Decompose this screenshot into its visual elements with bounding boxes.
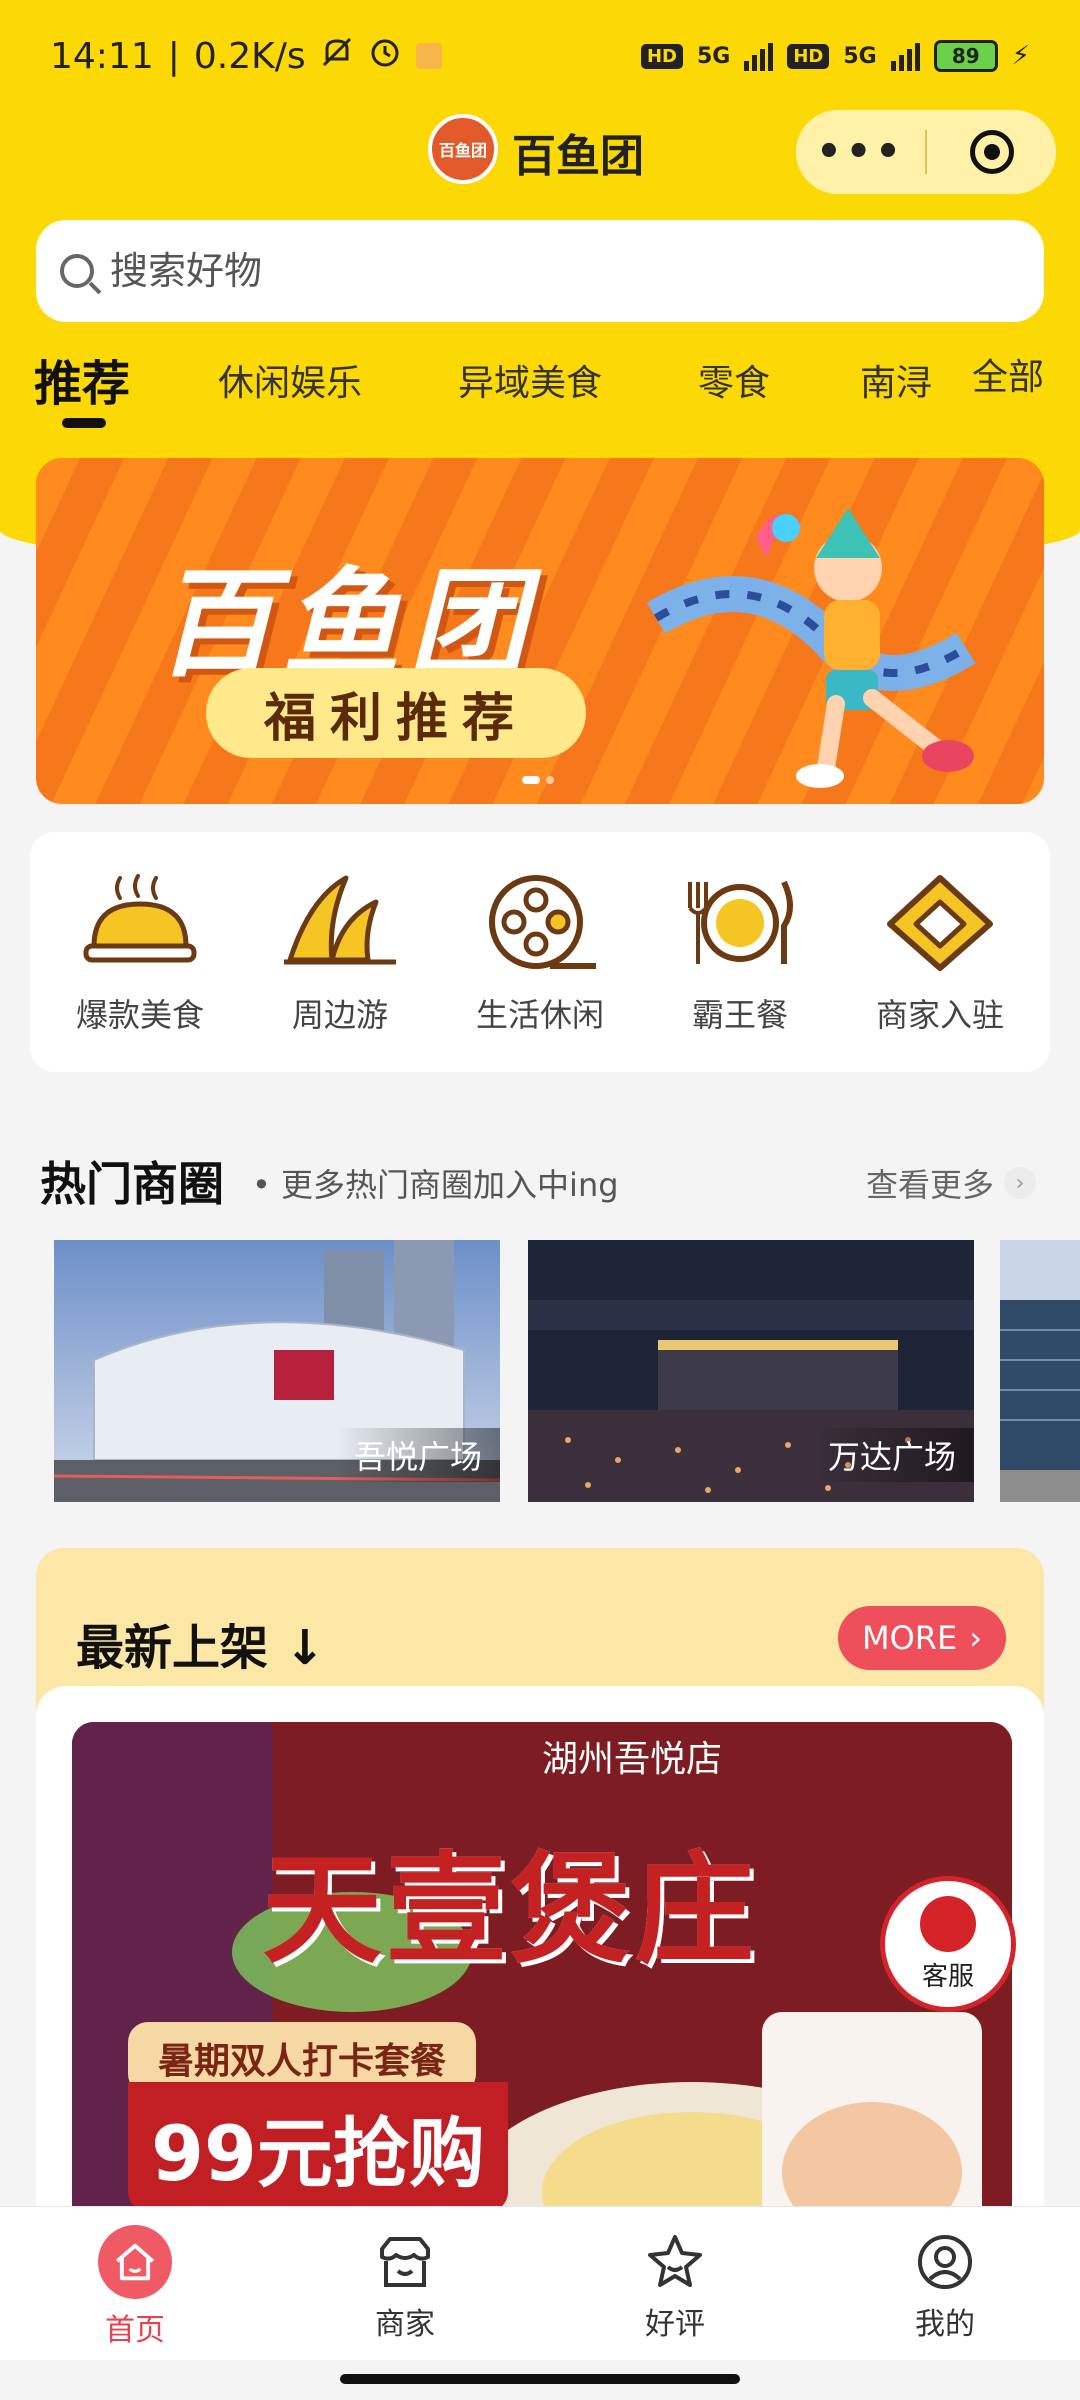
page-title: 百鱼团 <box>512 131 644 182</box>
battery-icon: 89 <box>933 40 998 72</box>
tab-leisure[interactable]: 休闲娱乐 <box>218 354 362 406</box>
promo-card[interactable]: 湖州吾悦店 天壹煲庄 暑期双人打卡套餐 99元抢购 <box>72 1722 1012 2248</box>
view-more-label: 查看更多 <box>866 1166 995 1204</box>
section-title-hot: 热门商圈 <box>40 1157 224 1211</box>
running-figure-illustration <box>646 508 976 788</box>
category-label: 生活休闲 <box>475 996 604 1034</box>
hd-badge: HD <box>640 43 683 69</box>
category-label: 爆款美食 <box>75 996 204 1034</box>
mall-card-partial[interactable] <box>1000 1240 1080 1502</box>
promo-brand-name: 天壹煲庄 <box>262 1839 758 1980</box>
service-avatar-icon <box>920 1895 976 1952</box>
mall-card-wuyue[interactable]: 吾悦广场 <box>54 1240 500 1502</box>
mall-card-wanda[interactable]: 万达广场 <box>528 1240 974 1502</box>
signal-icon-2 <box>890 41 920 71</box>
view-more-link[interactable]: 查看更多 › <box>866 1160 1037 1206</box>
nav-label: 商家 <box>375 2307 435 2342</box>
target-icon[interactable] <box>927 130 1056 174</box>
status-speed: 0.2K/s <box>193 35 306 77</box>
category-hot-food[interactable]: 爆款美食 <box>50 868 230 1036</box>
nav-reviews[interactable]: 好评 <box>540 2207 810 2360</box>
home-icon <box>98 2225 172 2299</box>
app-header: 百鱼团 百鱼团 ••• <box>0 110 1080 194</box>
section-title-new: 最新上架 ↓ <box>76 1620 325 1676</box>
bottom-navigation: 首页 商家 好评 我的 <box>0 2206 1080 2360</box>
tab-recommend[interactable]: 推荐 <box>34 344 130 414</box>
category-grid: 爆款美食 周边游 生活休闲 霸王餐 商家入驻 <box>30 832 1050 1072</box>
category-label: 商家入驻 <box>875 996 1004 1034</box>
category-merchant-join[interactable]: 商家入驻 <box>850 868 1030 1036</box>
more-button[interactable]: MORE › <box>838 1606 1006 1670</box>
search-icon <box>60 254 94 288</box>
plate-icon <box>688 880 793 964</box>
handshake-icon <box>887 875 993 971</box>
app-notification-icon <box>415 43 442 69</box>
status-time: 14:11 <box>50 35 154 77</box>
promo-banner[interactable]: 百鱼团 福利推荐 <box>36 458 1044 804</box>
signal-icon <box>744 41 774 71</box>
search-input[interactable] <box>110 249 1010 293</box>
tab-all[interactable]: 全部 <box>972 348 1044 400</box>
nav-home[interactable]: 首页 <box>0 2207 270 2360</box>
mall-photo-partial <box>1000 1240 1080 1502</box>
nav-label: 好评 <box>645 2307 705 2342</box>
nav-mine[interactable]: 我的 <box>810 2207 1080 2360</box>
category-free-meal[interactable]: 霸王餐 <box>650 868 830 1036</box>
category-tabs: 推荐 休闲娱乐 异域美食 零食 南浔 全部 <box>0 340 1080 430</box>
capsule-menu: ••• <box>796 110 1056 194</box>
charging-icon: ⚡ <box>1011 41 1030 71</box>
status-bar: 14:11 | 0.2K/s HD 5G HD 5G 89 ⚡ <box>50 35 1030 78</box>
hd-badge-2: HD <box>787 43 830 69</box>
banner-subtitle: 福利推荐 <box>206 668 586 758</box>
star-icon <box>648 2235 702 2287</box>
mall-name: 万达广场 <box>809 1428 974 1482</box>
active-tab-indicator <box>62 418 106 428</box>
shop-icon <box>380 2237 430 2287</box>
category-life-leisure[interactable]: 生活休闲 <box>450 868 630 1036</box>
category-nearby-travel[interactable]: 周边游 <box>250 868 430 1036</box>
nav-shop[interactable]: 商家 <box>270 2207 540 2360</box>
tab-snacks[interactable]: 零食 <box>698 354 770 406</box>
new-arrivals-section: 最新上架 ↓ MORE › 湖州吾悦店 天壹煲庄 暑期双人打卡套餐 99元抢购 <box>36 1548 1044 2248</box>
chevron-right-icon: › <box>969 1619 983 1657</box>
alarm-icon <box>368 35 402 78</box>
more-dots-icon[interactable]: ••• <box>796 129 925 175</box>
chevron-right-icon: › <box>1004 1167 1037 1199</box>
tab-exotic-food[interactable]: 异域美食 <box>458 354 602 406</box>
app-logo: 百鱼团 <box>428 114 498 184</box>
search-bar[interactable] <box>36 220 1044 322</box>
opera-house-icon <box>284 875 396 965</box>
banner-pagination <box>522 776 554 784</box>
cloche-icon <box>83 874 197 963</box>
network-5g-2: 5G <box>843 43 877 69</box>
tab-nanxun[interactable]: 南浔 <box>860 354 932 406</box>
promo-store-name: 湖州吾悦店 <box>542 1739 723 1780</box>
nav-label: 首页 <box>105 2313 165 2348</box>
mall-name: 吾悦广场 <box>335 1428 500 1482</box>
section-subtitle-hot: • 更多热门商圈加入中ing <box>252 1166 619 1204</box>
promo-price: 99元抢购 <box>128 2082 508 2212</box>
customer-service-button[interactable]: 客服 <box>880 1876 1016 2012</box>
nav-label: 我的 <box>915 2307 975 2342</box>
user-icon <box>918 2235 972 2289</box>
network-5g: 5G <box>696 43 731 69</box>
category-label: 霸王餐 <box>691 996 788 1034</box>
gesture-bar[interactable] <box>340 2374 740 2384</box>
service-label: 客服 <box>921 1961 974 1992</box>
more-button-label: MORE <box>861 1619 958 1657</box>
film-reel-icon <box>489 875 596 969</box>
category-label: 周边游 <box>291 996 388 1034</box>
mute-icon <box>320 35 354 78</box>
